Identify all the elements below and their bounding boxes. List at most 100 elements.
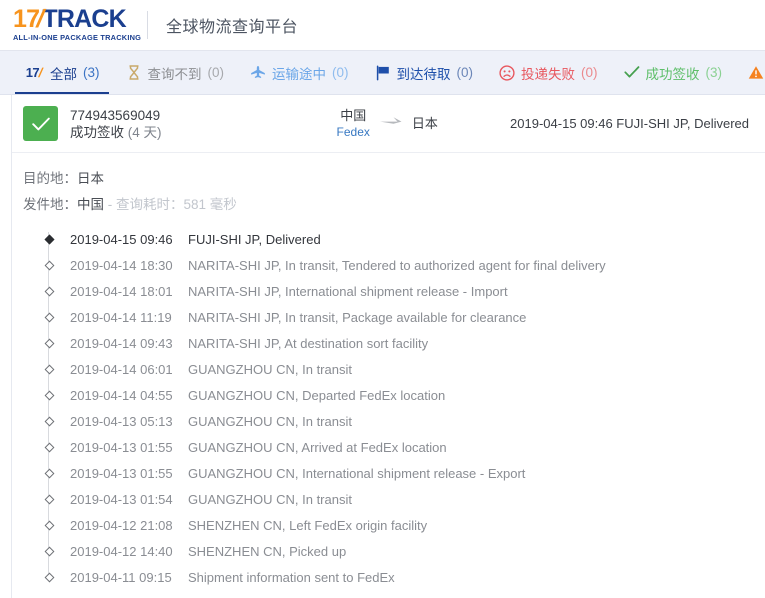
event-time: 2019-04-12 21:08 [70, 517, 173, 533]
check-icon [623, 65, 640, 81]
tab-arrived-count: (0) [456, 65, 474, 80]
event-description: GUANGZHOU CN, In transit [188, 413, 352, 429]
sad-face-icon [499, 64, 515, 81]
timeline-marker-icon [43, 389, 55, 401]
timeline-marker-icon [43, 415, 55, 427]
timeline-row: 2019-04-15 09:46 FUJI-SHI JP, Delivered [42, 226, 765, 252]
logo-wordmark: 17/TRACK [13, 5, 133, 33]
timeline-row: 2019-04-14 09:43 NARITA-SHI JP, At desti… [42, 330, 765, 356]
tab-not-found-count: (0) [207, 65, 225, 80]
timeline-marker-icon [43, 233, 55, 245]
tab-in-transit-count: (0) [332, 65, 349, 80]
package-duration: (4 天) [127, 124, 162, 140]
tab-arrived-label: 到达待取 [396, 66, 451, 82]
latest-event-summary: 2019-04-15 09:46 FUJI-SHI JP, Delivered [510, 116, 749, 131]
origin-line: 发件地：中国 - 查询耗时：581 毫秒 [23, 192, 765, 218]
check-icon [31, 117, 50, 130]
17-logo-icon: 17/ [25, 65, 45, 80]
app-header: 17/TRACK ALL-IN-ONE PACKAGE TRACKING 全球物… [0, 0, 765, 51]
tab-not-found-label: 查询不到 [147, 66, 202, 82]
warning-icon [748, 65, 764, 81]
destination-value: 日本 [77, 171, 104, 186]
timeline-marker-icon [43, 467, 55, 479]
timeline-marker-icon [43, 363, 55, 375]
tab-failed-count: (0) [581, 65, 598, 80]
timeline-row: 2019-04-11 09:15 Shipment information se… [42, 564, 765, 590]
timeline-marker-icon [43, 441, 55, 453]
route-origin: 中国 Fedex [337, 108, 370, 140]
tab-in-transit[interactable]: 运输途中 (0) [237, 51, 362, 94]
tracking-timeline: 2019-04-15 09:46 FUJI-SHI JP, Delivered … [12, 226, 765, 590]
route-destination: 日本 [412, 116, 438, 132]
tab-all-count: (3) [83, 65, 100, 80]
origin-country: 中国 [340, 107, 367, 123]
timeline-marker-icon [43, 337, 55, 349]
package-summary-row[interactable]: 774943569049 成功签收 (4 天) 中国 Fedex 日本 2019… [12, 95, 765, 153]
event-description: FUJI-SHI JP, Delivered [188, 231, 321, 247]
event-description: SHENZHEN CN, Picked up [188, 543, 347, 559]
event-time: 2019-04-13 01:54 [70, 491, 173, 507]
package-status: 成功签收 (4 天) [70, 124, 162, 141]
event-description: GUANGZHOU CN, International shipment rel… [188, 465, 526, 481]
flag-icon [375, 64, 391, 81]
tab-arrived-pickup[interactable]: 到达待取 (0) [362, 51, 487, 94]
timeline-row: 2019-04-14 04:55 GUANGZHOU CN, Departed … [42, 382, 765, 408]
timeline-marker-icon [43, 545, 55, 557]
timeline-marker-icon [43, 285, 55, 297]
tab-all[interactable]: 17/ 全部 (3) [11, 51, 113, 94]
event-description: GUANGZHOU CN, In transit [188, 491, 352, 507]
timeline-marker-icon [43, 571, 55, 583]
destination-label: 目的地： [23, 171, 77, 186]
timeline-marker-icon [43, 259, 55, 271]
event-description: GUANGZHOU CN, Departed FedEx location [188, 387, 446, 403]
event-time: 2019-04-14 09:43 [70, 335, 173, 351]
tab-not-found[interactable]: 查询不到 (0) [113, 51, 238, 94]
header-divider [147, 11, 148, 39]
event-description: NARITA-SHI JP, In transit, Package avail… [188, 309, 527, 325]
status-tabbar: 17/ 全部 (3) 查询不到 (0) 运输途中 (0) 到达待取 (0) 投递… [0, 51, 765, 95]
timeline-row: 2019-04-13 01:54 GUANGZHOU CN, In transi… [42, 486, 765, 512]
package-status-text: 成功签收 [70, 124, 124, 140]
query-time: - 查询耗时：581 毫秒 [107, 197, 237, 212]
package-identity: 774943569049 成功签收 (4 天) [70, 107, 162, 141]
timeline-row: 2019-04-14 06:01 GUANGZHOU CN, In transi… [42, 356, 765, 382]
origin-value: 中国 [77, 197, 104, 212]
status-badge [23, 106, 58, 141]
tracking-result-panel: 774943569049 成功签收 (4 天) 中国 Fedex 日本 2019… [11, 95, 765, 598]
timeline-row: 2019-04-12 14:40 SHENZHEN CN, Picked up [42, 538, 765, 564]
tracking-number[interactable]: 774943569049 [70, 107, 162, 124]
event-time: 2019-04-13 05:13 [70, 413, 173, 429]
tab-abnormal[interactable]: 可能异常 (0) [735, 51, 765, 94]
logo-track-text: TRACK [42, 5, 126, 33]
event-time: 2019-04-15 09:46 [70, 231, 173, 247]
destination-country: 日本 [411, 115, 438, 131]
route-summary: 中国 Fedex 日本 [337, 108, 438, 140]
event-description: NARITA-SHI JP, At destination sort facil… [188, 335, 429, 351]
tab-delivered[interactable]: 成功签收 (3) [611, 51, 736, 94]
origin-carrier[interactable]: Fedex [337, 124, 370, 140]
event-description: Shipment information sent to FedEx [188, 569, 395, 585]
event-description: GUANGZHOU CN, Arrived at FedEx location [188, 439, 447, 455]
event-time: 2019-04-14 18:01 [70, 283, 173, 299]
timeline-row: 2019-04-12 21:08 SHENZHEN CN, Left FedEx… [42, 512, 765, 538]
timeline-row: 2019-04-13 05:13 GUANGZHOU CN, In transi… [42, 408, 765, 434]
event-time: 2019-04-14 04:55 [70, 387, 173, 403]
event-time: 2019-04-11 09:15 [70, 569, 172, 585]
event-description: NARITA-SHI JP, In transit, Tendered to a… [188, 257, 606, 273]
event-time: 2019-04-14 11:19 [70, 309, 172, 325]
tab-delivery-failed[interactable]: 投递失败 (0) [486, 51, 611, 94]
airplane-icon [250, 65, 266, 81]
event-description: NARITA-SHI JP, International shipment re… [188, 283, 508, 299]
event-description: SHENZHEN CN, Left FedEx origin facility [188, 517, 428, 533]
destination-line: 目的地：日本 [23, 166, 765, 192]
arrow-right-icon [379, 112, 403, 130]
tab-failed-label: 投递失败 [521, 66, 575, 82]
brand-logo[interactable]: 17/TRACK ALL-IN-ONE PACKAGE TRACKING [13, 5, 141, 43]
timeline-row: 2019-04-13 01:55 GUANGZHOU CN, Arrived a… [42, 434, 765, 460]
timeline-marker-icon [43, 311, 55, 323]
timeline-marker-icon [43, 493, 55, 505]
timeline-row: 2019-04-14 18:01 NARITA-SHI JP, Internat… [42, 278, 765, 304]
page-title: 全球物流查询平台 [166, 19, 299, 36]
event-time: 2019-04-14 06:01 [70, 361, 173, 377]
event-time: 2019-04-13 01:55 [70, 465, 173, 481]
